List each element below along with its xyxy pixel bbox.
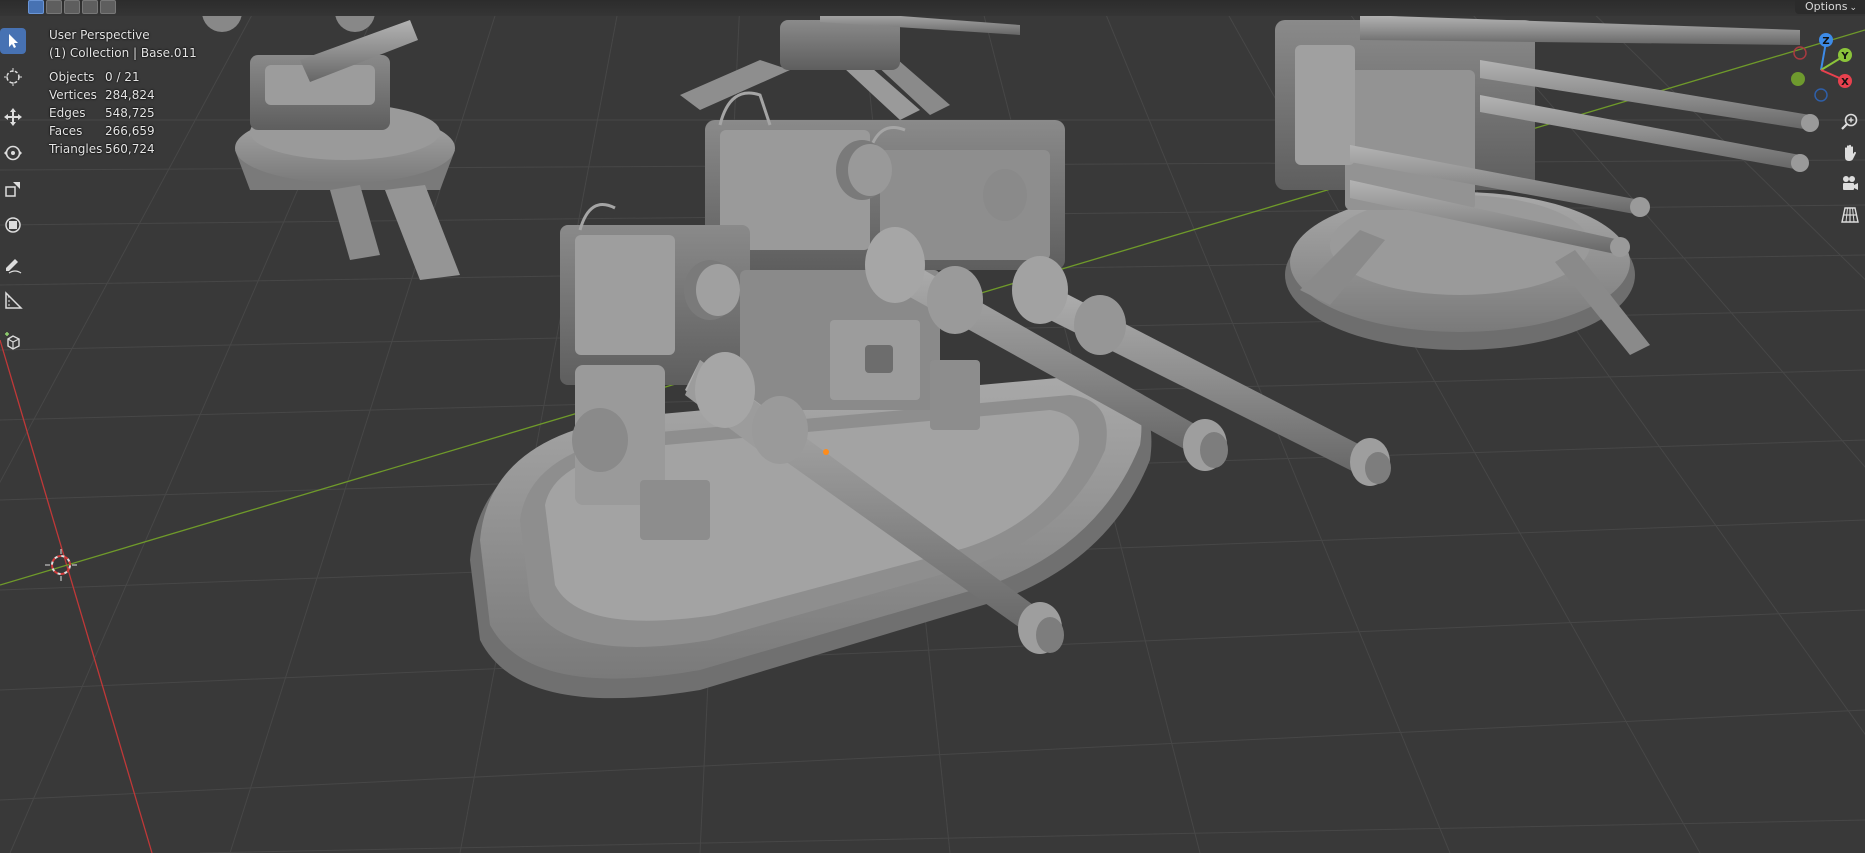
select-mode-icons[interactable]: [28, 0, 116, 14]
rotate-tool[interactable]: [0, 140, 26, 166]
select-box-icon: [9, 34, 18, 48]
add-cube-icon: [5, 332, 20, 350]
annotate-tool[interactable]: [0, 252, 26, 278]
options-button[interactable]: Options ⌄: [1795, 0, 1865, 14]
stat-label: Triangles: [49, 142, 103, 156]
transform-tool[interactable]: [0, 212, 26, 238]
stat-value: 560,724: [105, 142, 155, 156]
gizmo-neg-z[interactable]: [1814, 88, 1828, 102]
cursor-tool[interactable]: [0, 64, 26, 90]
zoom-button[interactable]: [1838, 110, 1862, 134]
move-icon: [4, 108, 22, 126]
chevron-down-icon: ⌄: [1849, 3, 1857, 13]
zoom-icon: [1841, 113, 1858, 130]
viewport-nav-buttons: [1838, 110, 1864, 234]
add-cube-tool[interactable]: [0, 328, 26, 354]
stat-value: 266,659: [105, 124, 155, 138]
viewport-overlay-text: User Perspective (1) Collection | Base.0…: [49, 26, 197, 158]
rotate-icon: [4, 145, 22, 161]
3d-cursor[interactable]: [45, 549, 77, 581]
view-name: User Perspective: [49, 28, 150, 42]
scale-icon: [5, 182, 20, 197]
stat-value: 284,824: [105, 88, 155, 102]
select-extend-icon[interactable]: [46, 0, 62, 14]
pan-button[interactable]: [1838, 141, 1862, 165]
viewport-header: [0, 0, 1865, 16]
navigation-gizmo[interactable]: Z Y X: [1786, 28, 1856, 108]
options-label: Options: [1805, 0, 1848, 13]
stat-value: 548,725: [105, 106, 155, 120]
turret-model-right[interactable]: [1275, 15, 1819, 355]
transform-icon: [5, 217, 21, 233]
3d-viewport[interactable]: Options ⌄ User Perspective (1) Collection…: [0, 0, 1865, 853]
select-box-tool[interactable]: [0, 28, 26, 54]
camera-view-button[interactable]: [1838, 172, 1862, 196]
gizmo-neg-y[interactable]: [1791, 72, 1805, 86]
scene-stats: Objects 0 / 21 Vertices 284,824 Edges 54…: [49, 68, 197, 158]
collection-info: (1) Collection | Base.011: [49, 46, 197, 60]
gizmo-y-label: Y: [1840, 51, 1849, 62]
tool-shelf: [0, 28, 28, 364]
measure-tool[interactable]: [0, 288, 26, 314]
stat-label: Edges: [49, 106, 86, 120]
select-intersect-icon[interactable]: [100, 0, 116, 14]
select-invert-icon[interactable]: [82, 0, 98, 14]
stat-label: Faces: [49, 124, 83, 138]
viewport-scene: [0, 0, 1865, 853]
turret-model-main[interactable]: [470, 91, 1391, 699]
gizmo-z-label: Z: [1822, 36, 1829, 47]
select-new-icon[interactable]: [28, 0, 44, 14]
gizmo-x-label: X: [1841, 77, 1849, 88]
cursor-icon: [4, 68, 22, 86]
gizmo-neg-x[interactable]: [1793, 46, 1807, 60]
turret-model-top-left[interactable]: [202, 0, 460, 280]
ortho-toggle-button[interactable]: [1838, 203, 1862, 227]
annotate-icon: [6, 259, 22, 274]
move-tool[interactable]: [0, 104, 26, 130]
select-subtract-icon[interactable]: [64, 0, 80, 14]
camera-icon: [1843, 176, 1858, 190]
measure-icon: [5, 291, 23, 309]
grid-perspective-icon: [1841, 207, 1859, 223]
hand-icon: [1845, 144, 1856, 161]
stat-label: Objects: [49, 70, 95, 84]
stat-value: 0 / 21: [105, 70, 140, 84]
scale-tool[interactable]: [0, 176, 26, 202]
stat-label: Vertices: [49, 88, 97, 102]
